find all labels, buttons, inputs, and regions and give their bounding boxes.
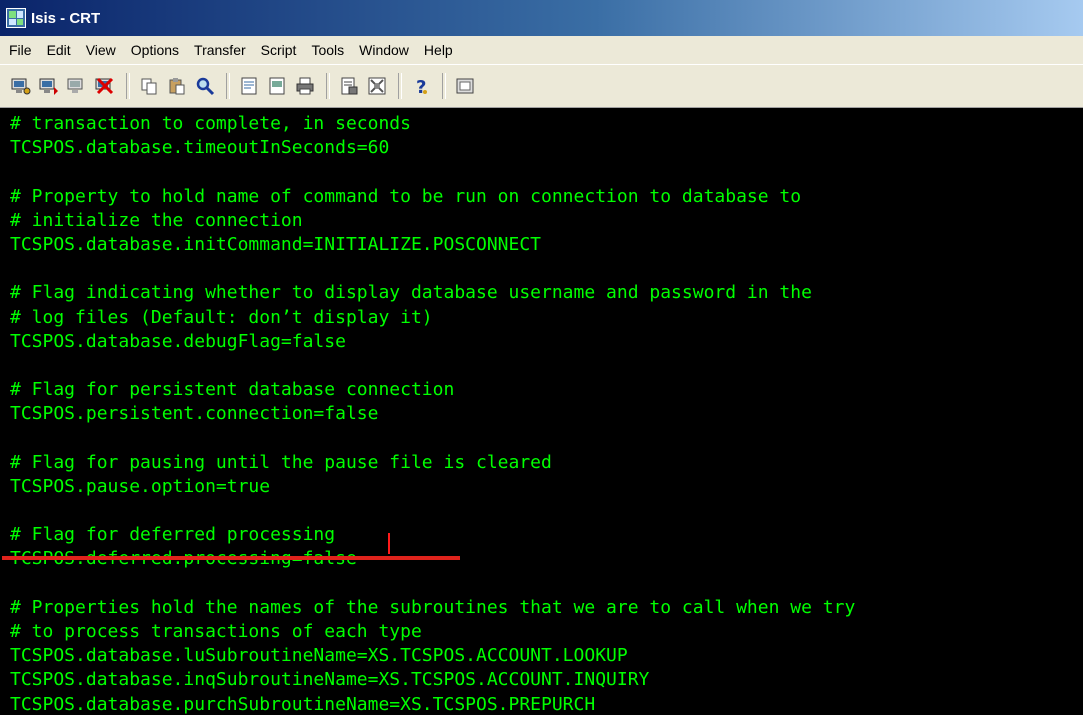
toolbar: ? [0, 64, 1083, 108]
red-underline-annotation [2, 556, 460, 560]
terminal-lines: # transaction to complete, in seconds TCS… [10, 112, 855, 715]
menu-window[interactable]: Window [352, 42, 417, 58]
terminal-line: # initialize the connection [10, 209, 303, 231]
terminal-line: TCSPOS.persistent.connection=false [10, 403, 379, 425]
global-options-icon[interactable] [364, 73, 390, 99]
menu-view[interactable]: View [79, 42, 124, 58]
connect-icon[interactable] [8, 73, 34, 99]
find-icon[interactable] [192, 73, 218, 99]
terminal-line: # Flag for deferred processing [10, 524, 336, 546]
terminal-line: # Flag for persistent database connectio… [10, 379, 455, 401]
terminal-line: # transaction to complete, in seconds [10, 113, 411, 134]
menu-tools[interactable]: Tools [304, 42, 352, 58]
copy-icon[interactable] [136, 73, 162, 99]
terminal-line: # Properties hold the names of the subro… [10, 596, 856, 618]
toolbar-separator [398, 73, 402, 99]
disconnect-icon[interactable] [92, 73, 118, 99]
terminal-line: # to process transactions of each type [10, 620, 422, 642]
text-cursor [388, 533, 390, 554]
menu-transfer[interactable]: Transfer [187, 42, 254, 58]
help-icon[interactable]: ? [408, 73, 434, 99]
menu-edit[interactable]: Edit [40, 42, 79, 58]
print-icon[interactable] [292, 73, 318, 99]
terminal-line: TCSPOS.pause.option=true [10, 475, 271, 497]
print-selection-icon[interactable] [264, 73, 290, 99]
menu-script[interactable]: Script [254, 42, 305, 58]
terminal-line: TCSPOS.database.debugFlag=false [10, 330, 346, 352]
terminal-line: # Property to hold name of command to be… [10, 185, 802, 207]
terminal-line: TCSPOS.database.inqSubroutineName=XS.TCS… [10, 669, 650, 691]
toolbar-separator [442, 73, 446, 99]
terminal-screen[interactable]: # transaction to complete, in seconds TCS… [0, 108, 1083, 715]
toolbar-separator [326, 73, 330, 99]
terminal-line: TCSPOS.database.luSubroutineName=XS.TCSP… [10, 645, 628, 667]
crt-app-icon[interactable] [6, 8, 26, 28]
terminal-line: # Flag for pausing until the pause file … [10, 451, 552, 473]
paste-icon[interactable] [164, 73, 190, 99]
toolbar-separator [126, 73, 130, 99]
menu-bar: File Edit View Options Transfer Script T… [0, 36, 1083, 64]
menu-options[interactable]: Options [124, 42, 187, 58]
window-title: Isis - CRT [31, 9, 101, 27]
terminal-line: TCSPOS.database.purchSubroutineName=XS.T… [10, 693, 596, 715]
connect-in-tab-icon[interactable] [64, 73, 90, 99]
quick-connect-icon[interactable] [36, 73, 62, 99]
terminal-line: # log files (Default: don’t display it) [10, 306, 433, 328]
menu-file[interactable]: File [2, 42, 40, 58]
menu-help[interactable]: Help [417, 42, 461, 58]
terminal-line: # Flag indicating whether to display dat… [10, 282, 812, 304]
terminal-line: TCSPOS.database.timeoutInSeconds=60 [10, 137, 390, 159]
print-setup-icon[interactable] [236, 73, 262, 99]
toolbar-separator [226, 73, 230, 99]
session-options-icon[interactable] [336, 73, 362, 99]
keymap-icon[interactable] [452, 73, 478, 99]
crt-window: Isis - CRT File Edit View Options Transf… [0, 0, 1083, 715]
title-bar[interactable]: Isis - CRT [0, 0, 1083, 36]
terminal-line: TCSPOS.database.initCommand=INITIALIZE.P… [10, 233, 542, 255]
